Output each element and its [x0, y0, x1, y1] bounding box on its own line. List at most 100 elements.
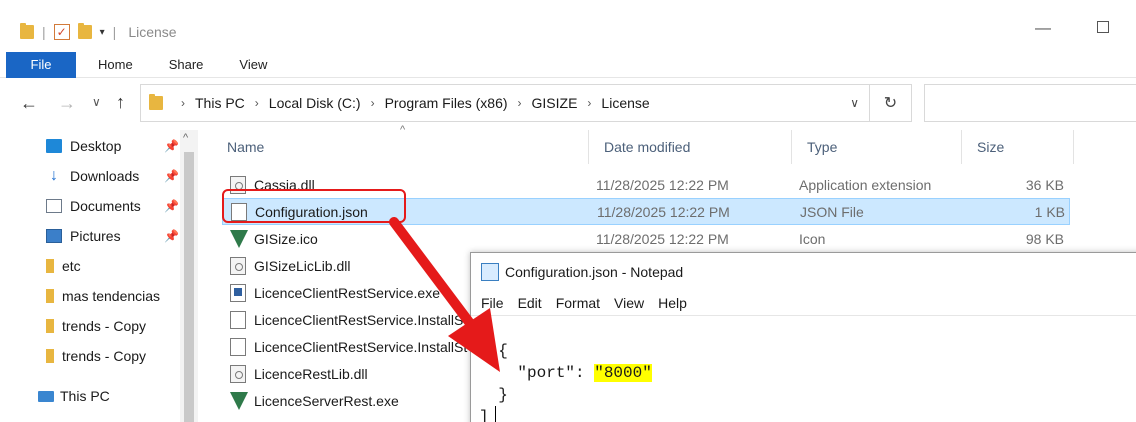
- chevron-right-icon[interactable]: ›: [518, 96, 522, 110]
- scrollbar-thumb[interactable]: [184, 152, 194, 422]
- address-bar[interactable]: › This PC › Local Disk (C:) › Program Fi…: [140, 84, 870, 122]
- sidebar-item-label: Pictures: [70, 228, 121, 244]
- sidebar-item-label: Desktop: [70, 138, 122, 154]
- file-name: LicenceClientRestService.InstallSt: [254, 338, 468, 355]
- breadcrumb-program-files[interactable]: Program Files (x86): [385, 95, 508, 111]
- sidebar-item-trends-copy-2[interactable]: trends - Copy: [46, 342, 180, 370]
- recent-locations-chevron-icon[interactable]: ∨: [92, 95, 101, 109]
- up-arrow-icon[interactable]: ↑: [116, 92, 125, 113]
- toolbar-separator: |: [42, 24, 46, 40]
- table-row[interactable]: GISize.ico 11/28/2025 12:22 PM Icon 98 K…: [222, 225, 1070, 252]
- properties-check-icon[interactable]: ✓: [53, 24, 70, 40]
- tab-home[interactable]: Home: [98, 57, 133, 72]
- file-name: LicenceRestLib.dll: [254, 365, 368, 382]
- sidebar-item-label: This PC: [60, 388, 110, 404]
- column-header-type[interactable]: Type: [792, 130, 962, 164]
- folder-icon: [46, 319, 54, 333]
- file-size: 98 KB: [1025, 230, 1064, 247]
- json-key: "port":: [479, 364, 595, 382]
- menu-help[interactable]: Help: [658, 295, 687, 311]
- json-line: ]: [479, 408, 489, 422]
- file-list-header: ^ Name Date modified Type Size: [212, 124, 1074, 164]
- minimize-button[interactable]: —: [1028, 20, 1058, 38]
- folder-icon: [149, 94, 163, 110]
- chevron-right-icon[interactable]: ›: [255, 96, 259, 110]
- notepad-icon: [481, 263, 499, 281]
- pin-icon[interactable]: 📌: [164, 199, 179, 213]
- pin-icon[interactable]: 📌: [164, 229, 179, 243]
- sidebar-item-label: trends - Copy: [62, 318, 147, 334]
- sidebar-item-label: Downloads: [70, 168, 140, 184]
- new-folder-icon[interactable]: [77, 23, 92, 39]
- sidebar-item-label: trends - Copy: [62, 348, 147, 364]
- sidebar-item-label: Documents: [70, 198, 141, 214]
- notepad-menu-bar: File Edit Format View Help: [481, 295, 701, 311]
- gisize-icon: [230, 391, 248, 410]
- refresh-button[interactable]: ↻: [870, 84, 912, 122]
- ribbon-tabs: File Home Share View: [0, 51, 1136, 78]
- toolbar-separator: |: [112, 24, 117, 40]
- navigation-bar: ← → ∨ ↑ › This PC › Local Disk (C:) › Pr…: [0, 82, 1136, 126]
- search-input[interactable]: [924, 84, 1136, 122]
- pin-icon[interactable]: 📌: [164, 139, 179, 153]
- column-header-date-modified[interactable]: Date modified: [589, 130, 792, 164]
- notepad-window: Configuration.json - Notepad File Edit F…: [470, 252, 1136, 422]
- chevron-right-icon[interactable]: ›: [371, 96, 375, 110]
- pin-icon[interactable]: 📌: [164, 169, 179, 183]
- breadcrumb-this-pc[interactable]: This PC: [195, 95, 245, 111]
- folder-icon[interactable]: [20, 23, 34, 39]
- chevron-right-icon[interactable]: ›: [181, 96, 185, 110]
- menu-edit[interactable]: Edit: [518, 295, 542, 311]
- column-header-size[interactable]: Size: [962, 130, 1074, 164]
- folder-icon: [46, 259, 54, 273]
- breadcrumb-gisize[interactable]: GISIZE: [532, 95, 578, 111]
- column-header-name[interactable]: Name: [212, 130, 589, 164]
- quick-access-toolbar: | ✓ ▾ | License: [20, 23, 177, 40]
- sidebar-scrollbar[interactable]: ^: [180, 130, 198, 422]
- pictures-icon: [46, 229, 62, 243]
- tab-view[interactable]: View: [239, 57, 267, 72]
- scroll-up-icon[interactable]: ^: [183, 132, 188, 144]
- menu-format[interactable]: Format: [556, 295, 600, 311]
- tab-file[interactable]: File: [6, 51, 76, 78]
- sidebar-item-label: mas tendencias: [62, 288, 161, 304]
- folder-icon: [46, 289, 54, 303]
- notepad-text-area[interactable]: [ { "port": "8000" } ]: [471, 315, 1136, 422]
- text-caret: [495, 406, 496, 422]
- folder-icon: [46, 349, 54, 363]
- dll-icon: [230, 256, 246, 275]
- sidebar-item-trends-copy[interactable]: trends - Copy: [46, 312, 180, 340]
- chevron-right-icon[interactable]: ›: [587, 96, 591, 110]
- sidebar-item-etc[interactable]: etc: [46, 252, 180, 280]
- breadcrumb-license[interactable]: License: [601, 95, 649, 111]
- sidebar-item-mas-tendencias[interactable]: mas tendencias: [46, 282, 180, 310]
- menu-view[interactable]: View: [614, 295, 644, 311]
- tab-share[interactable]: Share: [169, 57, 204, 72]
- file-name: LicenceClientRestService.InstallS: [254, 311, 464, 328]
- sidebar-item-documents[interactable]: Documents 📌: [46, 192, 180, 220]
- notepad-title-bar: Configuration.json - Notepad: [481, 263, 683, 281]
- sidebar-item-this-pc[interactable]: This PC: [38, 382, 110, 410]
- back-arrow-icon[interactable]: ←: [20, 93, 38, 114]
- maximize-icon: [1097, 21, 1109, 33]
- sidebar-item-downloads[interactable]: ↓ Downloads 📌: [46, 162, 180, 190]
- sidebar-item-label: etc: [62, 258, 81, 274]
- customize-toolbar-dropdown-icon[interactable]: ▾: [100, 27, 105, 38]
- sidebar-item-desktop[interactable]: Desktop 📌: [46, 132, 180, 160]
- menu-file[interactable]: File: [481, 295, 504, 311]
- file-name: LicenceServerRest.exe: [254, 392, 399, 409]
- breadcrumb-local-disk[interactable]: Local Disk (C:): [269, 95, 361, 111]
- maximize-button[interactable]: [1088, 20, 1118, 38]
- refresh-icon: ↻: [883, 95, 898, 112]
- file-name: LicenceClientRestService.exe: [254, 284, 440, 301]
- sidebar-item-pictures[interactable]: Pictures 📌: [46, 222, 180, 250]
- json-line: {: [479, 342, 508, 360]
- documents-icon: [46, 199, 62, 213]
- forward-arrow-icon[interactable]: →: [58, 93, 76, 114]
- window-title: License: [128, 24, 177, 40]
- address-dropdown-icon[interactable]: ∨: [850, 96, 859, 110]
- file-icon: [230, 337, 246, 356]
- file-icon: [230, 310, 246, 329]
- json-line: [: [479, 318, 489, 336]
- navigation-pane: Desktop 📌 ↓ Downloads 📌 Documents 📌 Pict…: [0, 130, 200, 422]
